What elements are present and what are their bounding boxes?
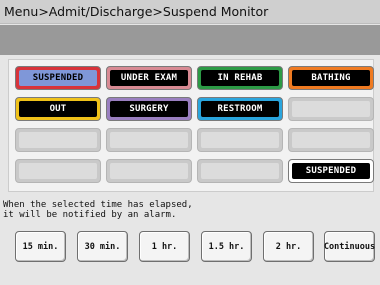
status-tile-label: BATHING: [292, 70, 370, 86]
status-tile[interactable]: [106, 128, 192, 152]
time-1hr-button[interactable]: 1 hr.: [139, 231, 190, 262]
breadcrumb: Menu>Admit/Discharge>Suspend Monitor: [4, 4, 269, 19]
suspend-monitor-screen: Menu>Admit/Discharge>Suspend Monitor SUS…: [0, 0, 380, 285]
time-2hr-button[interactable]: 2 hr.: [263, 231, 314, 262]
alarm-message: When the selected time has elapsed, it w…: [3, 200, 193, 220]
status-tile-label: [19, 132, 97, 148]
time-15min-button[interactable]: 15 min.: [15, 231, 66, 262]
status-tile-label: [201, 163, 279, 179]
status-tile[interactable]: SUSPENDED: [15, 66, 101, 90]
status-tile[interactable]: UNDER EXAM: [106, 66, 192, 90]
status-tile[interactable]: [15, 159, 101, 183]
status-tile[interactable]: [197, 128, 283, 152]
time-continuous-button[interactable]: Continuous: [324, 231, 375, 262]
time-1-5hr-button[interactable]: 1.5 hr.: [201, 231, 252, 262]
status-tile[interactable]: BATHING: [288, 66, 374, 90]
status-tile[interactable]: [15, 128, 101, 152]
status-tile-label: [292, 101, 370, 117]
status-tile-label: [110, 163, 188, 179]
status-tile[interactable]: SURGERY: [106, 97, 192, 121]
status-tile-label: SUSPENDED: [292, 163, 370, 179]
status-tile[interactable]: [288, 128, 374, 152]
status-tile-label: [292, 132, 370, 148]
status-tile-label: OUT: [19, 101, 97, 117]
status-tile-label: [110, 132, 188, 148]
time-30min-button[interactable]: 30 min.: [77, 231, 128, 262]
status-tile[interactable]: IN REHAB: [197, 66, 283, 90]
status-tile[interactable]: [197, 159, 283, 183]
status-tile-label: [19, 163, 97, 179]
status-tile[interactable]: SUSPENDED: [288, 159, 374, 183]
status-tile[interactable]: RESTROOM: [197, 97, 283, 121]
status-grid-panel: SUSPENDED UNDER EXAM IN REHAB BATHING OU…: [8, 59, 374, 192]
status-tile-label: SURGERY: [110, 101, 188, 117]
status-tile-label: [201, 132, 279, 148]
status-tile[interactable]: OUT: [15, 97, 101, 121]
status-tile-label: UNDER EXAM: [110, 70, 188, 86]
status-tile-label: SUSPENDED: [19, 70, 97, 86]
status-tile-label: IN REHAB: [201, 70, 279, 86]
status-tile[interactable]: [106, 159, 192, 183]
status-tile[interactable]: [288, 97, 374, 121]
header-bar: Menu>Admit/Discharge>Suspend Monitor: [0, 0, 380, 24]
title-bar: [0, 25, 380, 55]
status-tile-label: RESTROOM: [201, 101, 279, 117]
